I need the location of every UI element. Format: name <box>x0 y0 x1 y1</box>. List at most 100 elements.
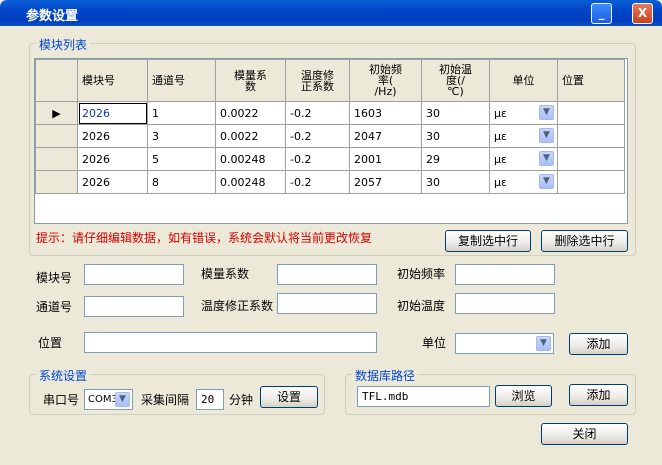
table-row[interactable]: ▶ 2026 1 0.0022 -0.2 1603 30 με ▼ <box>35 101 625 125</box>
table-cell[interactable]: 30 <box>421 124 490 148</box>
unit-select[interactable]: ▼ <box>455 333 554 354</box>
table-cell[interactable] <box>557 124 625 148</box>
close-window-button[interactable]: X <box>632 3 653 24</box>
table-cell[interactable]: 2057 <box>349 170 422 194</box>
table-cell[interactable]: 2026 <box>77 147 148 171</box>
unit-label: 单位 <box>422 336 447 350</box>
delete-row-button[interactable]: 删除选中行 <box>541 230 628 252</box>
unit-value: με <box>494 175 507 189</box>
close-button[interactable]: 关闭 <box>541 423 628 445</box>
unit-combo-cell[interactable]: με ▼ <box>489 124 558 148</box>
interval-label: 采集间隔 <box>141 393 190 407</box>
table-cell[interactable]: 5 <box>147 147 216 171</box>
column-header[interactable]: 模量系 数 <box>215 59 286 102</box>
column-header-label: 初始温 度(/ ℃) <box>439 63 472 98</box>
header-corner <box>35 59 78 102</box>
title-bar[interactable]: 参数设置 _ X <box>0 0 662 26</box>
temp-coef-input[interactable] <box>277 293 377 314</box>
chevron-down-icon[interactable]: ▼ <box>539 174 554 189</box>
table-cell[interactable] <box>557 170 625 194</box>
column-header[interactable]: 初始温 度(/ ℃) <box>421 59 490 102</box>
column-header[interactable]: 温度修 正系数 <box>285 59 350 102</box>
interval-input[interactable]: 20 <box>196 389 224 410</box>
minimize-button[interactable]: _ <box>591 3 612 24</box>
window-title: 参数设置 <box>26 9 79 24</box>
table-cell[interactable]: 2001 <box>349 147 422 171</box>
table-cell[interactable]: -0.2 <box>285 101 350 125</box>
module-list-title: 模块列表 <box>36 36 91 53</box>
column-header-label: 单位 <box>512 74 535 87</box>
table-cell[interactable]: 2047 <box>349 124 422 148</box>
modulus-label: 模量系数 <box>201 267 250 281</box>
table-cell[interactable] <box>557 147 625 171</box>
table-cell[interactable]: 3 <box>147 124 216 148</box>
module-table: 模块号 通道号 模量系 数 温度修 正系数 初始频 率( /Hz) 初始温 度(… <box>35 59 625 194</box>
column-header-label: 通道号 <box>152 74 185 87</box>
row-pointer-icon[interactable]: ▶ <box>35 101 78 125</box>
add-row-button[interactable]: 添加 <box>569 333 628 355</box>
table-cell[interactable]: 2026 <box>77 124 148 148</box>
position-label: 位置 <box>38 336 63 350</box>
module-no-label: 模块号 <box>36 271 73 285</box>
table-row[interactable]: 2026 3 0.0022 -0.2 2047 30 με ▼ <box>35 124 625 148</box>
unit-combo-cell[interactable]: με ▼ <box>489 147 558 171</box>
table-cell[interactable]: 30 <box>421 101 490 125</box>
port-value: COM3 <box>88 394 118 405</box>
row-header[interactable] <box>35 124 78 148</box>
channel-input[interactable] <box>84 296 184 317</box>
unit-combo-cell[interactable]: με ▼ <box>489 101 558 125</box>
chevron-down-icon[interactable]: ▼ <box>539 105 554 120</box>
row-header[interactable] <box>35 170 78 194</box>
chevron-down-icon[interactable]: ▼ <box>536 336 551 351</box>
port-select[interactable]: COM3 ▼ <box>84 389 133 410</box>
chevron-down-icon[interactable]: ▼ <box>115 392 130 407</box>
column-header[interactable]: 通道号 <box>147 59 216 102</box>
chevron-down-icon[interactable]: ▼ <box>539 128 554 143</box>
modulus-input[interactable] <box>277 264 377 285</box>
table-cell[interactable]: 0.00248 <box>215 147 286 171</box>
copy-row-button[interactable]: 复制选中行 <box>445 230 531 252</box>
port-label: 串口号 <box>43 393 80 407</box>
column-header-label: 模块号 <box>82 74 115 87</box>
table-cell[interactable]: 30 <box>421 170 490 194</box>
table-cell[interactable] <box>557 101 625 125</box>
channel-label: 通道号 <box>36 300 73 314</box>
position-input[interactable] <box>84 332 377 353</box>
browse-button[interactable]: 浏览 <box>495 385 552 407</box>
unit-combo-cell[interactable]: με ▼ <box>489 170 558 194</box>
init-temp-input[interactable] <box>455 293 555 314</box>
table-cell[interactable]: 29 <box>421 147 490 171</box>
module-no-input[interactable] <box>84 264 184 285</box>
module-grid[interactable]: 模块号 通道号 模量系 数 温度修 正系数 初始频 率( /Hz) 初始温 度(… <box>34 58 628 224</box>
table-row[interactable]: 2026 8 0.00248 -0.2 2057 30 με ▼ <box>35 170 625 194</box>
unit-value: με <box>494 152 507 166</box>
column-header-label: 位置 <box>562 74 584 87</box>
table-header-row: 模块号 通道号 模量系 数 温度修 正系数 初始频 率( /Hz) 初始温 度(… <box>35 59 625 102</box>
table-cell[interactable]: 2026 <box>77 101 148 125</box>
settings-button[interactable]: 设置 <box>260 386 318 408</box>
table-cell[interactable]: 0.0022 <box>215 101 286 125</box>
init-freq-input[interactable] <box>455 264 555 285</box>
database-path-input[interactable]: TFL.mdb <box>357 386 490 407</box>
add-database-button[interactable]: 添加 <box>569 384 628 406</box>
table-cell[interactable]: 1 <box>147 101 216 125</box>
table-cell[interactable]: 2026 <box>77 170 148 194</box>
table-cell[interactable]: -0.2 <box>285 147 350 171</box>
settings-window: 参数设置 _ X 模块列表 模块号 通道号 模量系 数 温度修 正系数 初始频 … <box>0 0 662 465</box>
table-cell[interactable]: -0.2 <box>285 170 350 194</box>
table-cell[interactable]: 1603 <box>349 101 422 125</box>
chevron-down-icon[interactable]: ▼ <box>539 151 554 166</box>
column-header[interactable]: 位置 <box>557 59 625 102</box>
table-cell[interactable]: -0.2 <box>285 124 350 148</box>
row-header[interactable] <box>35 147 78 171</box>
system-settings-title: 系统设置 <box>36 367 91 384</box>
init-temp-label: 初始温度 <box>397 299 446 313</box>
table-cell[interactable]: 8 <box>147 170 216 194</box>
column-header[interactable]: 单位 <box>489 59 558 102</box>
table-cell[interactable]: 0.0022 <box>215 124 286 148</box>
column-header[interactable]: 模块号 <box>77 59 148 102</box>
table-cell[interactable]: 0.00248 <box>215 170 286 194</box>
unit-value: με <box>494 129 507 143</box>
column-header[interactable]: 初始频 率( /Hz) <box>349 59 422 102</box>
table-row[interactable]: 2026 5 0.00248 -0.2 2001 29 με ▼ <box>35 147 625 171</box>
